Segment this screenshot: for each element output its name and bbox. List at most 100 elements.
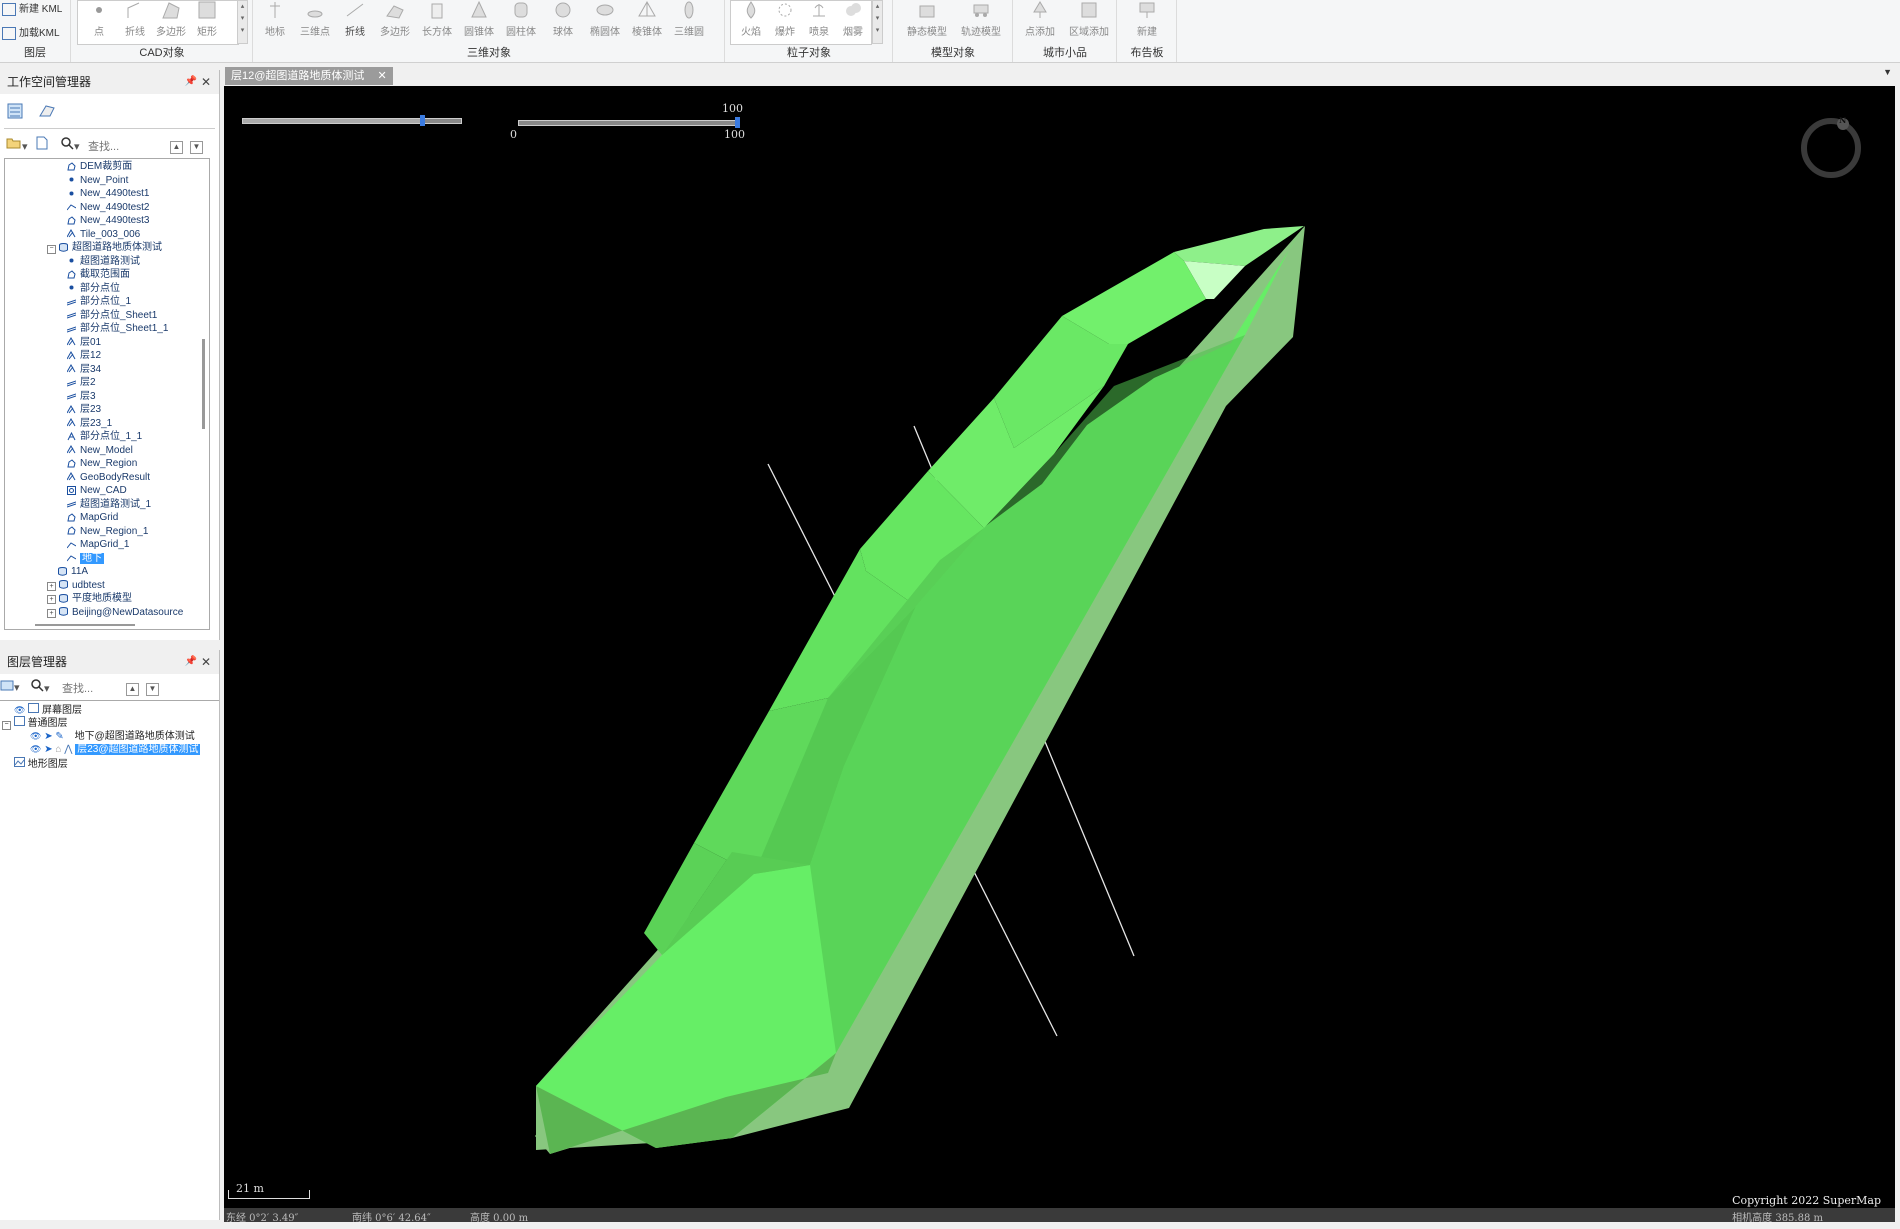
- open-datasource-button[interactable]: ▾: [6, 136, 28, 156]
- layer-item-layer23[interactable]: 👁 ➤ ⌂ ⋀ 层23@超图道路地质体测试: [30, 743, 201, 756]
- workspace-tree-item[interactable]: 超图道路测试_1: [67, 498, 151, 511]
- close-tab-icon[interactable]: ✕: [377, 70, 386, 82]
- workspace-tree-item[interactable]: DEM裁剪面: [67, 160, 132, 173]
- workspace-search-input[interactable]: [86, 138, 170, 156]
- pin-icon[interactable]: 📌: [185, 76, 197, 87]
- region-add-button[interactable]: 区域添加: [1066, 0, 1112, 42]
- edit-pencil-icon[interactable]: ✎: [55, 731, 63, 742]
- 3d-polygon-button[interactable]: 多边形: [378, 0, 412, 42]
- collapse-icon[interactable]: −: [2, 721, 11, 730]
- landmark-button[interactable]: 地标: [258, 0, 292, 42]
- workspace-tree-item[interactable]: New_Point: [67, 174, 128, 187]
- close-icon[interactable]: ✕: [201, 655, 211, 669]
- gallery-scroll[interactable]: ▴ ▾ ▾: [872, 0, 883, 44]
- fire-button[interactable]: 火焰: [734, 0, 768, 42]
- eye-icon[interactable]: 👁: [30, 744, 41, 754]
- document-tab[interactable]: 层12@超图道路地质体测试 ✕: [225, 67, 393, 85]
- workspace-tree-item[interactable]: 层3: [67, 390, 96, 403]
- smoke-button[interactable]: 烟雾: [836, 0, 870, 42]
- workspace-tree-item[interactable]: 超图道路测试: [67, 255, 140, 268]
- cad-rect-button[interactable]: 矩形: [190, 0, 224, 42]
- ellipsoid-button[interactable]: 椭圆体: [588, 0, 622, 42]
- gallery-scroll[interactable]: ▴ ▾ ▾: [237, 0, 248, 44]
- workspace-tree-item[interactable]: − 超图道路地质体测试: [47, 241, 162, 254]
- expand-icon[interactable]: +: [47, 608, 56, 618]
- new-kml-button[interactable]: 新建 KML: [2, 0, 62, 16]
- tree-hscrollbar[interactable]: [35, 624, 135, 626]
- static-model-button[interactable]: 静态模型: [902, 0, 952, 42]
- geological-body-model[interactable]: [224, 86, 1895, 1210]
- workspace-tree-item[interactable]: 层2: [67, 376, 96, 389]
- workspace-tree-item[interactable]: New_4490test2: [67, 201, 150, 214]
- layer-search-options-button[interactable]: ▾: [30, 678, 50, 698]
- workspace-tree-item[interactable]: MapGrid_1: [67, 538, 129, 551]
- search-next-button[interactable]: ▼: [190, 136, 203, 156]
- workspace-tree-item[interactable]: 层01: [67, 336, 101, 349]
- workspace-tree-item[interactable]: 部分点位_1: [67, 295, 131, 308]
- screen-layer-node[interactable]: 👁 屏幕图层: [14, 703, 82, 716]
- workspace-tree-item[interactable]: New_Region_1: [67, 525, 148, 538]
- sphere-button[interactable]: 球体: [546, 0, 580, 42]
- workspace-tree-item[interactable]: New_Model: [67, 444, 133, 457]
- cad-polyline-button[interactable]: 折线: [118, 0, 152, 42]
- close-icon[interactable]: ✕: [201, 75, 211, 89]
- 3d-point-button[interactable]: 三维点: [298, 0, 332, 42]
- point-add-button[interactable]: 点添加: [1018, 0, 1062, 42]
- cone-button[interactable]: 圆锥体: [462, 0, 496, 42]
- normal-layer-node[interactable]: − 普通图层: [2, 716, 68, 730]
- workspace-tree-item[interactable]: Tile_003_006: [67, 228, 140, 241]
- workspace-tree-item[interactable]: 11A: [58, 565, 88, 578]
- select-arrow-icon[interactable]: ➤: [44, 731, 52, 742]
- new-billboard-button[interactable]: 新建: [1130, 0, 1164, 42]
- 3d-circle-button[interactable]: 三维圆: [672, 0, 706, 42]
- tab-list-dropdown[interactable]: ▼: [1883, 67, 1892, 77]
- eye-icon[interactable]: 👁: [30, 731, 41, 741]
- eye-icon[interactable]: 👁: [14, 705, 25, 715]
- workspace-tab-data[interactable]: [6, 102, 24, 122]
- workspace-tree-item[interactable]: New_Region: [67, 457, 137, 470]
- layer-item-underground[interactable]: 👁 ➤ ✎ 地下@超图道路地质体测试: [30, 730, 195, 743]
- workspace-tree-item[interactable]: New_4490test3: [67, 214, 150, 227]
- workspace-tree-item[interactable]: 层23: [67, 403, 101, 416]
- workspace-tree-item[interactable]: 部分点位_Sheet1_1: [67, 322, 168, 335]
- workspace-tree-item[interactable]: 层34: [67, 363, 101, 376]
- new-document-button[interactable]: [36, 136, 48, 156]
- workspace-tree-item[interactable]: + Beijing@NewDatasource: [47, 606, 183, 619]
- explosion-button[interactable]: 爆炸: [768, 0, 802, 42]
- workspace-tree-item[interactable]: New_4490test1: [67, 187, 150, 200]
- fountain-button[interactable]: 喷泉: [802, 0, 836, 42]
- collapse-icon[interactable]: −: [47, 245, 56, 254]
- workspace-tree-item[interactable]: + 平度地质模型: [47, 592, 132, 605]
- workspace-tab-resources[interactable]: [38, 102, 56, 122]
- workspace-tree-item[interactable]: 层12: [67, 349, 101, 362]
- layer-search-prev-button[interactable]: ▲: [126, 678, 139, 698]
- workspace-tree-item[interactable]: GeoBodyResult: [67, 471, 150, 484]
- cad-point-button[interactable]: 点: [82, 0, 116, 42]
- lock-icon[interactable]: ⌂: [55, 744, 61, 755]
- expand-icon[interactable]: +: [47, 581, 56, 591]
- workspace-tree-item[interactable]: 部分点位_Sheet1: [67, 309, 157, 322]
- cad-polygon-button[interactable]: 多边形: [154, 0, 188, 42]
- expand-icon[interactable]: +: [47, 595, 56, 604]
- workspace-tree-item[interactable]: + udbtest: [47, 579, 105, 592]
- search-prev-button[interactable]: ▲: [170, 136, 183, 156]
- layer-search-next-button[interactable]: ▼: [146, 678, 159, 698]
- cylinder-button[interactable]: 圆柱体: [504, 0, 538, 42]
- track-model-button[interactable]: 轨迹模型: [956, 0, 1006, 42]
- workspace-tree-item[interactable]: 部分点位: [67, 282, 120, 295]
- tree-scrollbar[interactable]: [202, 339, 205, 429]
- scene-viewport[interactable]: 100 0 100 N 21 m Copyright 2022 SuperMap: [224, 86, 1895, 1210]
- search-options-button[interactable]: ▾: [60, 136, 80, 156]
- load-kml-button[interactable]: 加载KML: [2, 24, 60, 40]
- pyramid-button[interactable]: 棱锥体: [630, 0, 664, 42]
- select-arrow-icon[interactable]: ➤: [44, 744, 52, 755]
- workspace-tree-item[interactable]: 层23_1: [67, 417, 112, 430]
- cuboid-button[interactable]: 长方体: [420, 0, 454, 42]
- workspace-tree-item[interactable]: 部分点位_1_1: [67, 430, 142, 443]
- 3d-polyline-button[interactable]: 折线: [338, 0, 372, 42]
- workspace-tree-item[interactable]: 地下: [67, 552, 104, 565]
- layer-search-input[interactable]: [60, 680, 124, 698]
- layer-options-button[interactable]: ▾: [0, 678, 20, 698]
- pin-icon[interactable]: 📌: [185, 656, 197, 667]
- workspace-tree-item[interactable]: New_CAD: [67, 484, 127, 497]
